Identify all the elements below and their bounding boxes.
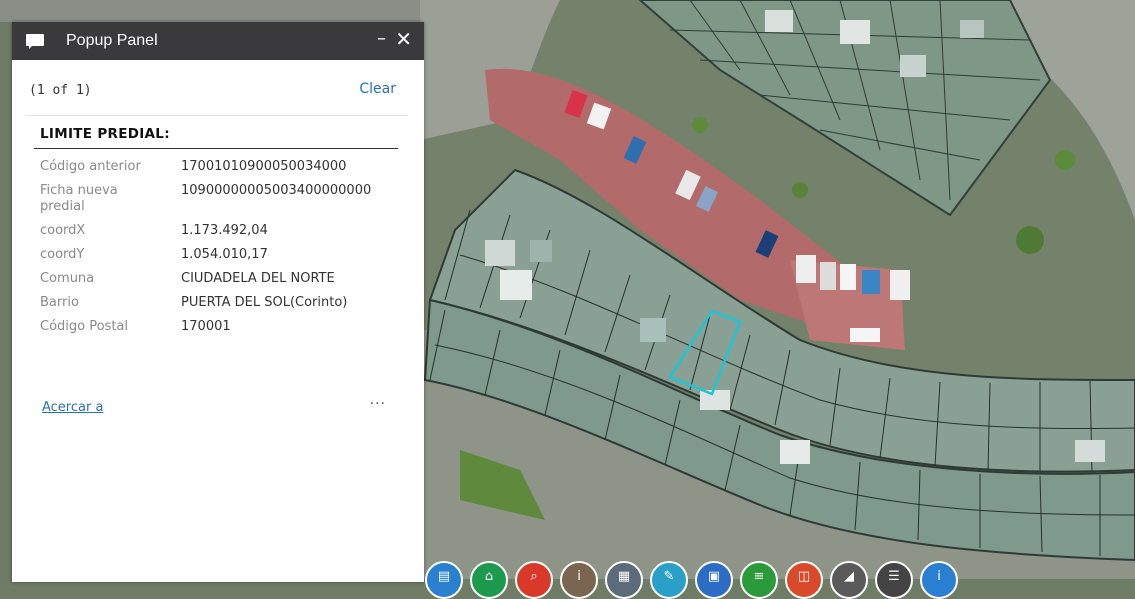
panel-header[interactable]: Popup Panel – ✕: [12, 22, 424, 60]
attribute-row: coordX 1.173.492,04: [40, 223, 371, 247]
clear-link[interactable]: Clear: [359, 81, 396, 97]
panel-title: Popup Panel: [66, 32, 158, 49]
minimize-button[interactable]: –: [377, 28, 386, 49]
home-icon[interactable]: ⌂: [470, 561, 508, 599]
attribute-row: Ficha nueva predial 10900000005003400000…: [40, 183, 371, 223]
info-icon[interactable]: i: [560, 561, 598, 599]
feature-counter: (1 of 1): [29, 83, 92, 98]
attribute-label: Comuna: [40, 271, 95, 286]
attribute-value: PUERTA DEL SOL(Corinto): [181, 295, 348, 310]
about-icon[interactable]: i: [920, 561, 958, 599]
attribute-value: 170001: [181, 319, 231, 334]
attribute-label: coordY: [40, 247, 85, 262]
attribute-table: Código anterior 17001010900050034000 Fic…: [40, 159, 371, 343]
print-icon[interactable]: ▣: [695, 561, 733, 599]
attribute-row: Código anterior 17001010900050034000: [40, 159, 371, 183]
attribute-label: Código Postal: [40, 319, 129, 334]
attribute-value: CIUDADELA DEL NORTE: [181, 271, 335, 286]
title-rule: [34, 148, 398, 149]
zoom-to-link[interactable]: Acercar a: [42, 400, 103, 415]
attribute-row: Código Postal 170001: [40, 319, 371, 343]
more-options-icon[interactable]: ···: [370, 396, 386, 412]
layers-icon[interactable]: ▤: [425, 561, 463, 599]
table-icon[interactable]: ▦: [605, 561, 643, 599]
map-toolbar: ▤ ⌂ ⌕ i ▦ ✎ ▣ ≡ ◫ ◢ ☰ i: [425, 561, 965, 599]
divider: [26, 115, 408, 116]
attribute-label: Barrio: [40, 295, 79, 310]
close-icon[interactable]: ✕: [395, 27, 412, 51]
attribute-value: 17001010900050034000: [181, 159, 347, 174]
attribute-value: 1.173.492,04: [181, 223, 268, 238]
measure-icon[interactable]: ◢: [830, 561, 868, 599]
basemap-icon[interactable]: ◫: [785, 561, 823, 599]
attribute-row: Barrio PUERTA DEL SOL(Corinto): [40, 295, 371, 319]
legend-icon[interactable]: ≡: [740, 561, 778, 599]
list-icon[interactable]: ☰: [875, 561, 913, 599]
search-icon[interactable]: ⌕: [515, 561, 553, 599]
attribute-label: Código anterior: [40, 159, 141, 174]
section-title: LIMITE PREDIAL:: [40, 126, 170, 142]
chat-bubble-icon: [26, 34, 44, 49]
attribute-value: 1.054.010,17: [181, 247, 268, 262]
attribute-row: coordY 1.054.010,17: [40, 247, 371, 271]
draw-icon[interactable]: ✎: [650, 561, 688, 599]
attribute-value: 10900000005003400000000: [181, 183, 372, 198]
attribute-label: coordX: [40, 223, 86, 238]
attribute-row: Comuna CIUDADELA DEL NORTE: [40, 271, 371, 295]
popup-panel: Popup Panel – ✕ (1 of 1) Clear LIMITE PR…: [12, 22, 424, 582]
attribute-label: Ficha nueva predial: [40, 183, 118, 214]
